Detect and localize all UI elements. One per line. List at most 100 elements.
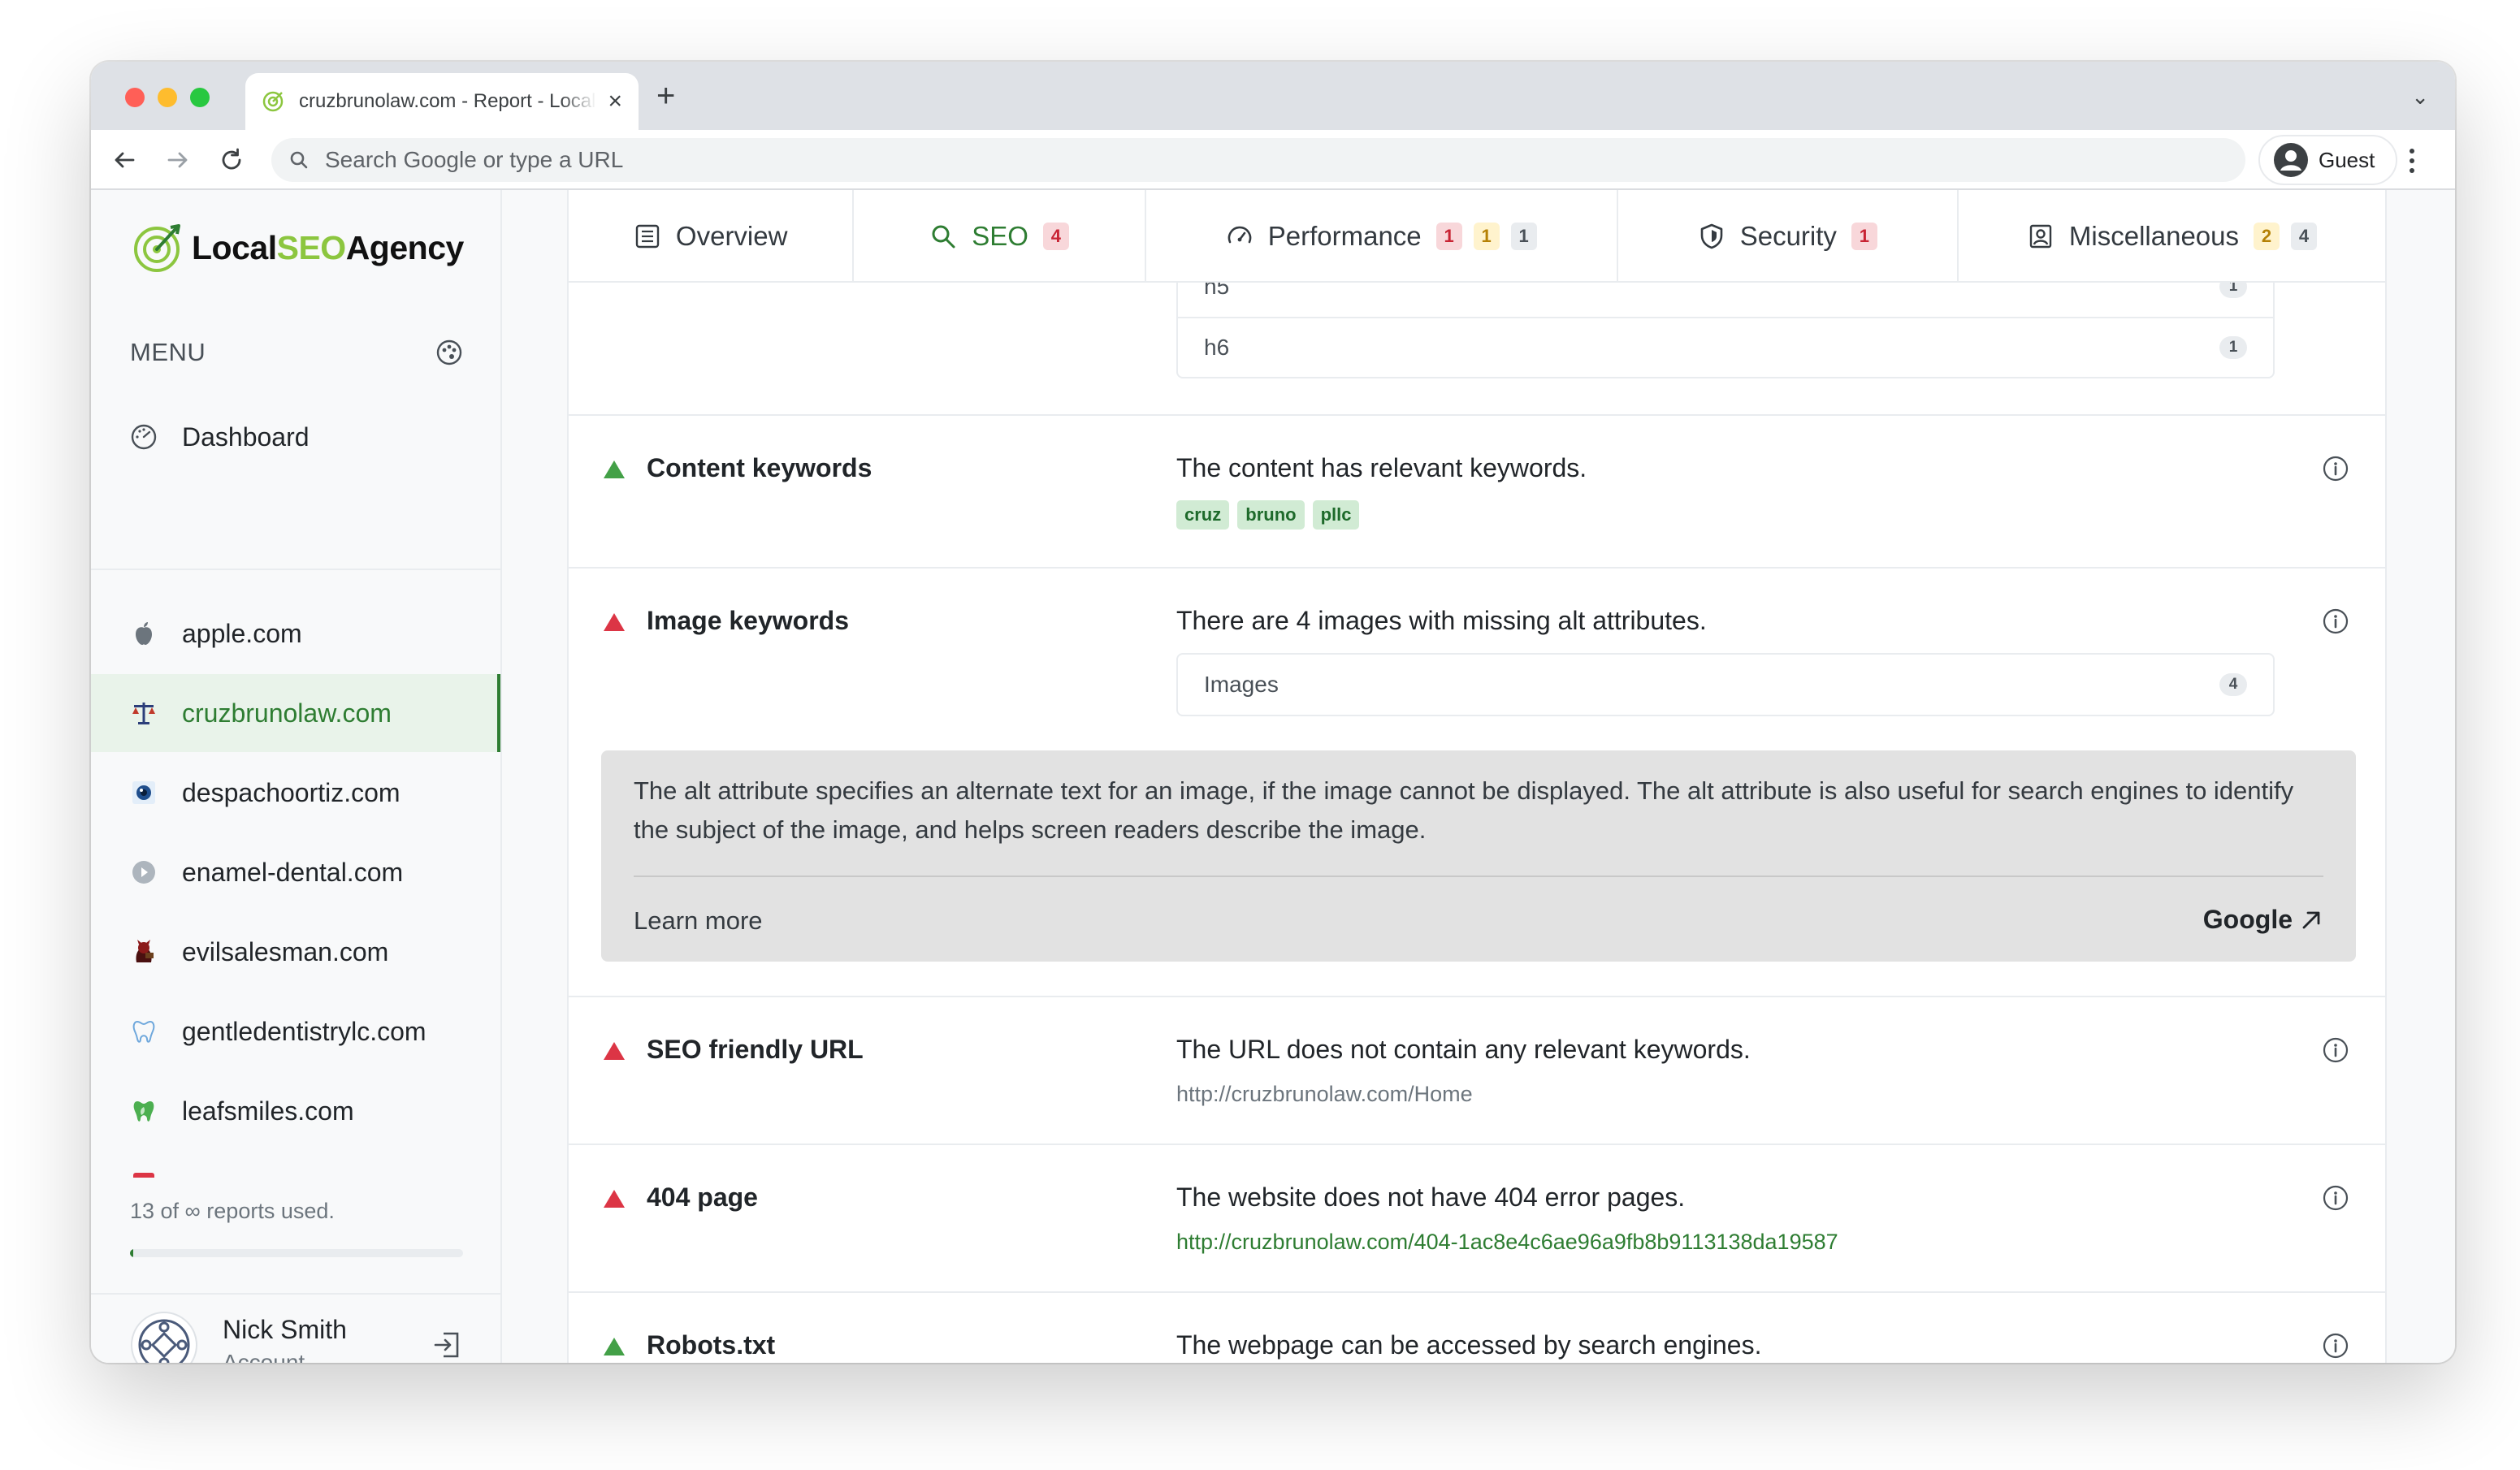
info-icon[interactable] [2322, 1184, 2349, 1212]
sidebar-item-label: evilsalesman.com [182, 936, 389, 966]
tab-title: cruzbrunolaw.com - Report - LocalSEOAgen… [299, 90, 596, 112]
tab-performance[interactable]: Performance 1 1 1 [1146, 190, 1618, 283]
eye-icon [130, 779, 158, 806]
heading-tag: h6 [1204, 335, 1230, 360]
profile-avatar-icon [2274, 143, 2308, 177]
check-message: There are 4 images with missing alt attr… [1176, 606, 1707, 635]
profile-button[interactable]: Guest [2258, 135, 2398, 185]
omnibox-input[interactable] [325, 147, 2193, 173]
leaf-tooth-icon [130, 1097, 158, 1125]
keyword-chip: cruz [1176, 500, 1230, 530]
info-icon[interactable] [2322, 1036, 2349, 1064]
user-account[interactable]: Nick Smith Account [130, 1311, 463, 1363]
speedometer-icon [130, 423, 158, 451]
sidebar-item-dashboard[interactable]: Dashboard [91, 398, 500, 476]
fail-triangle-icon [604, 613, 625, 631]
tab-seo[interactable]: SEO 4 [854, 190, 1146, 283]
reload-icon[interactable] [218, 146, 245, 174]
sidebar: LocalSEOAgency MENU Dashboard apple.com … [91, 190, 502, 1363]
checked-url: http://cruzbrunolaw.com/Home [1176, 1082, 1473, 1106]
brand-logo[interactable]: LocalSEOAgency [130, 221, 464, 275]
forward-arrow-icon[interactable] [164, 146, 192, 174]
sidebar-item-gentledentistrylc[interactable]: gentledentistrylc.com [91, 992, 500, 1070]
info-count-badge: 4 [2291, 223, 2318, 250]
search-icon [932, 225, 955, 249]
logout-icon[interactable] [431, 1329, 463, 1361]
images-count: 4 [2219, 673, 2247, 696]
explanation-divider [634, 876, 2323, 877]
user-square-icon [2029, 224, 2052, 249]
check-title: Image keywords [647, 606, 849, 635]
images-expander[interactable]: Images 4 [1176, 653, 2275, 716]
check-row-robots-txt: Robots.txt The webpage can be accessed b… [569, 1291, 2385, 1363]
check-title: Robots.txt [647, 1330, 776, 1360]
info-icon[interactable] [2322, 1332, 2349, 1360]
sidebar-item-enamel-dental[interactable]: enamel-dental.com [91, 833, 500, 911]
browser-tab[interactable]: cruzbrunolaw.com - Report - LocalSEOAgen… [245, 73, 639, 130]
sidebar-item-label: despachoortiz.com [182, 777, 401, 807]
tab-label: Performance [1267, 221, 1422, 251]
tab-label: Miscellaneous [2068, 221, 2240, 251]
sidebar-item-cruzbrunolaw[interactable]: cruzbrunolaw.com [91, 674, 500, 752]
sidebar-item-label: apple.com [182, 618, 302, 648]
sidebar-divider [91, 569, 500, 570]
sidebar-item-partial-icon [133, 1173, 154, 1178]
tab-label: Security [1739, 221, 1837, 251]
check-row-seo-friendly-url: SEO friendly URL The URL does not contai… [569, 996, 2385, 1144]
info-icon[interactable] [2322, 607, 2349, 635]
sidebar-item-label: enamel-dental.com [182, 857, 404, 887]
test-404-link[interactable]: http://cruzbrunolaw.com/404-1ac8e4c6ae96… [1176, 1230, 1838, 1255]
report-card: Overview SEO 4 Performance 1 1 1 Securit… [567, 190, 2387, 1363]
new-tab-button[interactable]: + [656, 80, 675, 112]
check-message: The URL does not contain any relevant ke… [1176, 1035, 1751, 1064]
warning-count-badge: 1 [1473, 223, 1500, 250]
heading-count: 1 [2219, 336, 2247, 359]
fail-triangle-icon [604, 1042, 625, 1060]
palette-icon[interactable] [435, 339, 463, 366]
target-favicon-icon [262, 91, 284, 112]
google-link[interactable]: Google [2203, 905, 2323, 935]
zoom-window-button[interactable] [190, 88, 210, 107]
check-row-image-keywords: Image keywords There are 4 images with m… [569, 567, 2385, 996]
issue-count-badge: 1 [1435, 223, 1462, 250]
more-options-icon[interactable] [2408, 145, 2416, 177]
tooth-icon [130, 1018, 158, 1045]
sidebar-item-label: leafsmiles.com [182, 1096, 354, 1126]
main-content: Overview SEO 4 Performance 1 1 1 Securit… [502, 190, 2455, 1363]
pass-triangle-icon [604, 1338, 625, 1355]
tab-label: SEO [972, 221, 1028, 251]
close-window-button[interactable] [125, 88, 145, 107]
apple-icon [130, 620, 158, 647]
table-row: h6 1 [1178, 317, 2273, 377]
report-tabs: Overview SEO 4 Performance 1 1 1 Securit… [569, 190, 2385, 283]
check-title: SEO friendly URL [647, 1035, 864, 1064]
tab-security[interactable]: Security 1 [1618, 190, 1959, 283]
quota-text: 13 of ∞ reports used. [130, 1199, 335, 1223]
sidebar-item-evilsalesman[interactable]: evilsalesman.com [91, 913, 500, 991]
close-tab-icon[interactable]: × [608, 89, 622, 114]
brand-name: LocalSEOAgency [192, 228, 464, 266]
explanation-panel: The alt attribute specifies an alternate… [601, 750, 2356, 962]
tab-overview[interactable]: Overview [569, 190, 855, 283]
tab-miscellaneous[interactable]: Miscellaneous 2 4 [1959, 190, 2385, 283]
sidebar-item-leafsmiles[interactable]: leafsmiles.com [91, 1072, 500, 1150]
warning-count-badge: 2 [2254, 223, 2280, 250]
keyword-chips: cruz bruno pllc [1176, 500, 1360, 530]
list-icon [635, 224, 660, 249]
back-arrow-icon[interactable] [110, 146, 138, 174]
sidebar-item-despachoortiz[interactable]: despachoortiz.com [91, 754, 500, 832]
minimize-window-button[interactable] [158, 88, 177, 107]
play-circle-icon [130, 858, 158, 886]
sidebar-item-label: Dashboard [182, 422, 310, 452]
sidebar-item-apple[interactable]: apple.com [91, 594, 500, 672]
tab-search-chevron-icon[interactable]: ⌄ [2411, 86, 2429, 107]
user-subtitle: Account [223, 1349, 305, 1364]
check-message: The webpage can be accessed by search en… [1176, 1330, 1762, 1360]
keyword-chip: bruno [1237, 500, 1305, 530]
menu-header: MENU [130, 338, 463, 367]
info-icon[interactable] [2322, 455, 2349, 482]
omnibox[interactable] [271, 138, 2245, 182]
user-name: Nick Smith [223, 1314, 347, 1344]
info-count-badge: 1 [1510, 223, 1537, 250]
external-link-arrow-icon [2302, 911, 2320, 928]
